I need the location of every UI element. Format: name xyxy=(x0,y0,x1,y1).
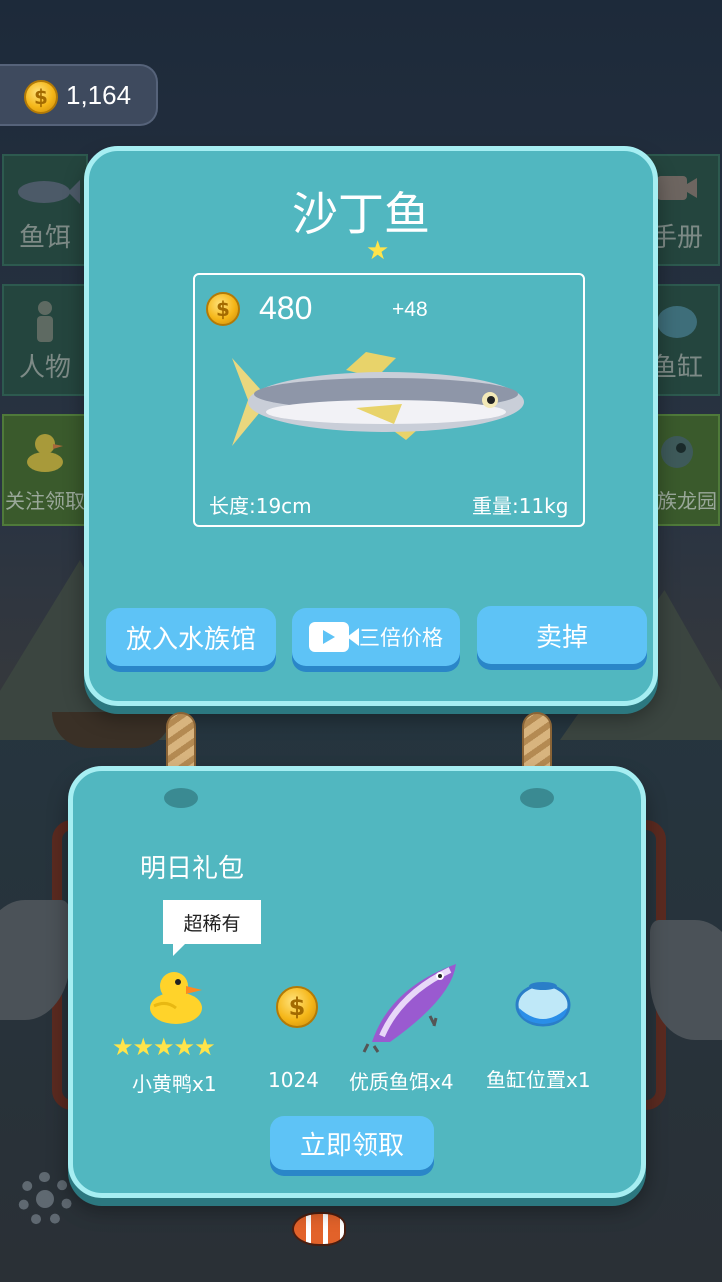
gift-title: 明日礼包 xyxy=(140,854,245,884)
rope-hole-left xyxy=(164,788,198,808)
fish-price-bonus: +48 xyxy=(392,298,428,321)
person-icon xyxy=(37,301,53,342)
triple-price-video-button[interactable]: 三倍价格 xyxy=(292,608,460,666)
fishbowl-icon xyxy=(515,982,571,1027)
reward-coin: $ xyxy=(276,986,318,1028)
side-menu-label: 关注领取 xyxy=(5,489,85,513)
coin-icon: $ xyxy=(24,80,58,114)
fish-weight: 重量:11kg xyxy=(472,494,569,518)
super-rare-tooltip: 超稀有 xyxy=(163,900,261,956)
video-play-icon xyxy=(309,622,359,652)
fishbowl-icon xyxy=(657,306,697,338)
side-menu-label: 人物 xyxy=(18,353,71,383)
rubber-duck-icon xyxy=(150,972,202,1024)
coin-balance: $ 1,164 xyxy=(0,64,158,126)
fish-price: 480 xyxy=(259,290,313,326)
duck-rarity-stars: ★★★★★ xyxy=(112,1033,216,1061)
reward-label-duck: 小黄鸭x1 xyxy=(132,1072,217,1096)
claim-now-button[interactable]: 立即领取 xyxy=(270,1116,434,1170)
settings-gear-icon[interactable] xyxy=(18,1172,72,1226)
fish-name: 沙丁鱼 xyxy=(292,187,430,241)
fish-eye-icon xyxy=(661,436,693,468)
reward-label-tank-slot: 鱼缸位置x1 xyxy=(486,1068,591,1092)
coin-icon: $ xyxy=(206,292,240,326)
side-menu-character[interactable]: 人物 xyxy=(2,284,88,396)
fish-length: 长度:19cm xyxy=(209,494,312,518)
rarity-star-icon: ★ xyxy=(366,236,390,266)
sell-button[interactable]: 卖掉 xyxy=(477,606,647,664)
coin-icon: $ xyxy=(276,986,318,1028)
triple-price-label: 三倍价格 xyxy=(359,627,443,650)
reward-label-bait: 优质鱼饵x4 xyxy=(349,1070,454,1094)
coin-balance-value: 1,164 xyxy=(66,80,132,110)
rope-hole-right xyxy=(520,788,554,808)
clownfish-sprite xyxy=(292,1212,346,1246)
side-menu-follow[interactable]: 关注领取 xyxy=(2,414,88,526)
put-in-aquarium-button[interactable]: 放入水族馆 xyxy=(106,608,276,666)
sardine-fish-image xyxy=(232,352,524,446)
duck-icon xyxy=(27,434,63,472)
fishing-lure-icon xyxy=(362,964,456,1053)
reward-label-coins: 1024 xyxy=(268,1068,319,1092)
fishing-boat xyxy=(52,712,172,748)
